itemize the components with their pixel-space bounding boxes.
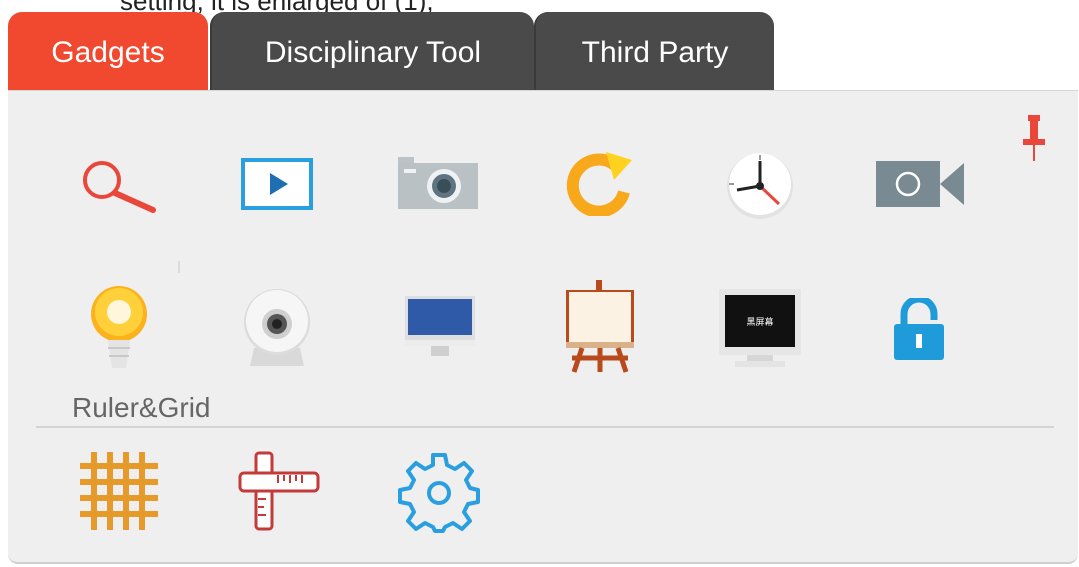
spotlight-bulb-icon[interactable] [88,284,150,370]
tab-gadgets[interactable]: Gadgets [8,12,208,94]
ruler-grid-label: Ruler&Grid [72,392,211,423]
tab-third-party-label: Third Party [581,36,729,69]
tab-third-party[interactable]: Third Party [534,12,774,94]
video-camera-icon[interactable] [876,161,966,207]
clock-icon[interactable] [723,150,797,220]
black-screen-label: 黑屏幕 [746,316,773,328]
ruler-icon[interactable] [238,451,320,531]
grid-icon[interactable] [80,452,158,530]
play-screen-icon[interactable] [240,157,314,211]
pin-icon[interactable] [1021,113,1047,165]
black-screen-icon[interactable]: 黑屏幕 [717,287,803,369]
refresh-icon[interactable] [566,150,636,216]
lock-icon[interactable] [892,298,946,362]
easel-icon[interactable] [562,280,638,374]
section-divider [36,426,1054,428]
settings-gear-icon[interactable] [398,451,480,533]
faint-arrow-mark [178,261,180,273]
magnifier-icon[interactable] [80,158,160,216]
webcam-icon[interactable] [242,286,312,370]
tab-disciplinary-tool-label: Disciplinary Tool [264,36,482,69]
monitor-icon[interactable] [403,296,477,358]
camera-icon[interactable] [396,157,480,211]
tab-disciplinary-tool[interactable]: Disciplinary Tool [210,12,534,94]
tab-gadgets-label: Gadgets [51,36,165,69]
